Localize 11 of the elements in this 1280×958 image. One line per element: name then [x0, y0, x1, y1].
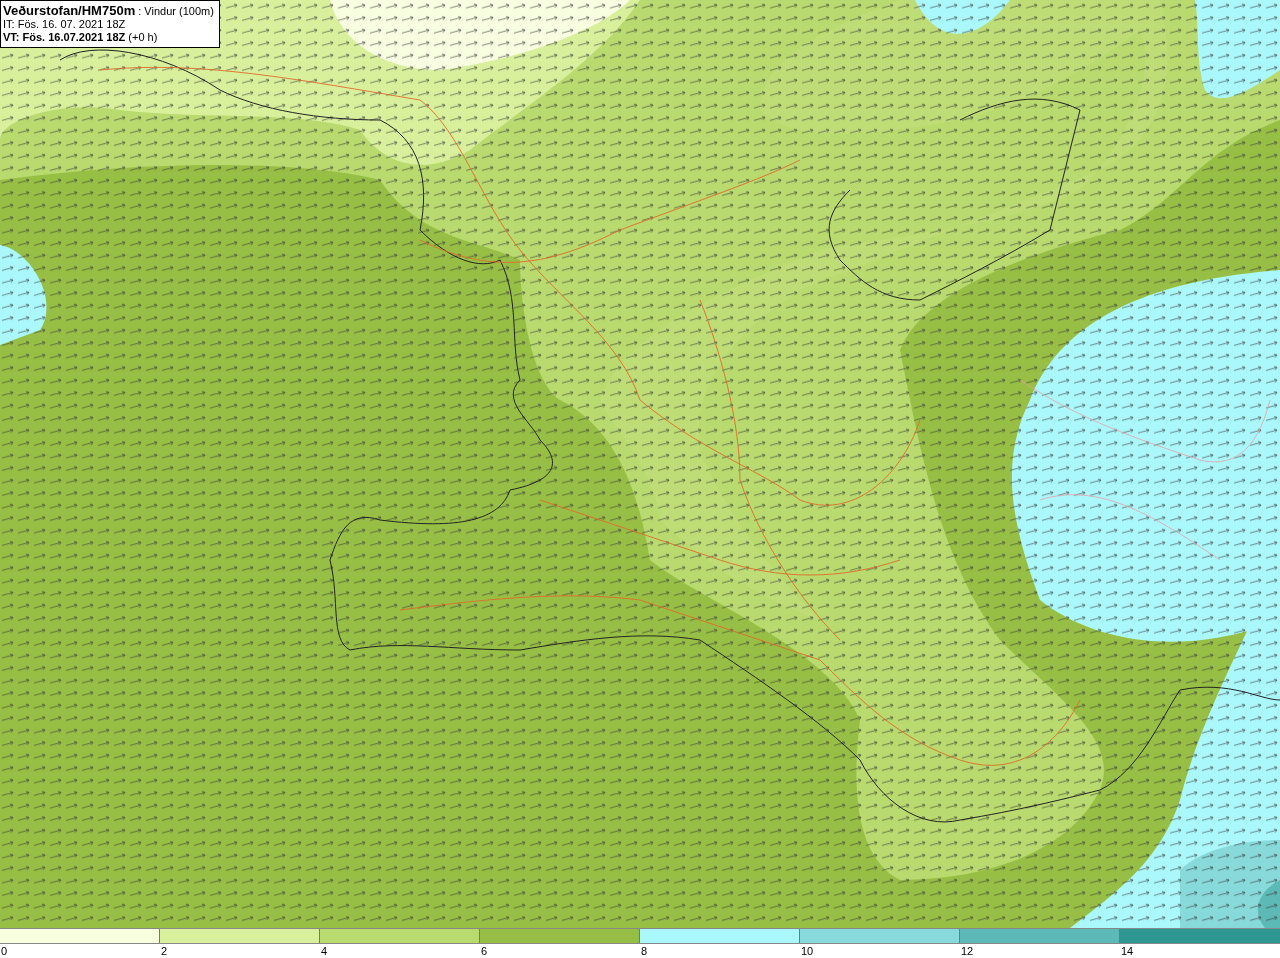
scale-tick-label: 6: [481, 945, 488, 957]
valid-time-text: VT: Fös. 16.07.2021 18Z (+0 h): [3, 31, 159, 44]
scale-tick-label: 12: [961, 945, 974, 957]
model-title: Veðurstofan/HM750m : Vindur (100m): [3, 4, 215, 18]
scale-tick-label: 10: [801, 945, 814, 957]
issue-time-text: IT: Fös. 16. 07. 2021 18Z: [3, 18, 127, 31]
scale-tick-label: 2: [161, 945, 168, 957]
scale-tick-label: 14: [1121, 945, 1134, 957]
scale-tick-label: 8: [641, 945, 648, 957]
scale-tick-label: 0: [1, 945, 8, 957]
scale-tick-label: 4: [321, 945, 328, 957]
